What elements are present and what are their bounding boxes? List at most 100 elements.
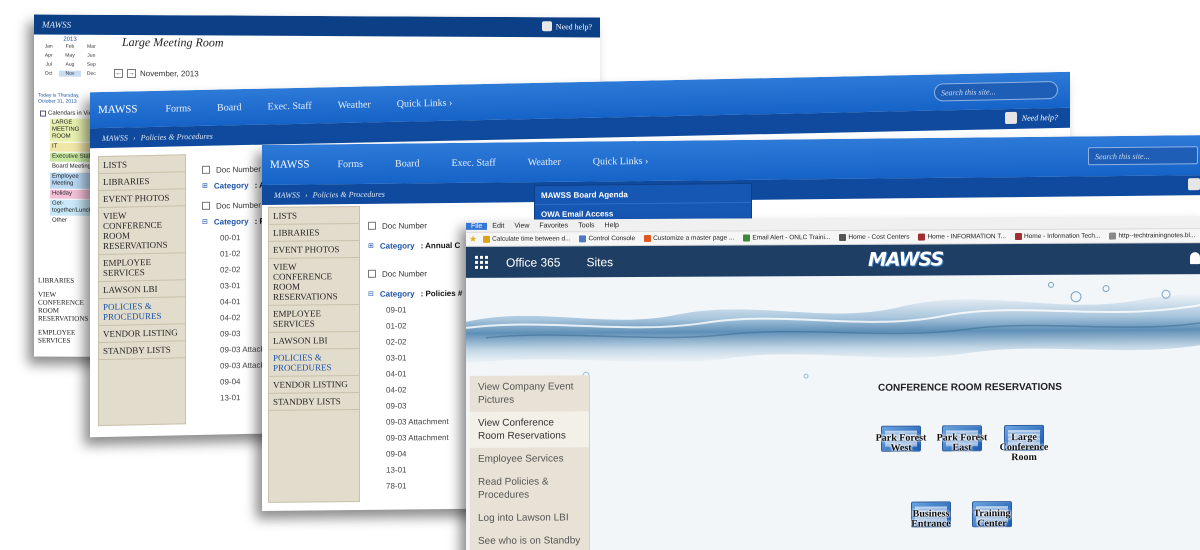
need-help-link[interactable] [1188,178,1200,191]
side-nav-item[interactable]: VIEW CONFERENCE ROOM RESERVATIONS [269,257,359,306]
left-nav-item[interactable]: Log into Lawson LBI [470,506,589,530]
nav-item-forms[interactable]: Forms [337,158,363,169]
mini-month[interactable]: Oct [38,71,59,77]
doc-number-label[interactable]: Doc Number [216,200,261,210]
breadcrumb-home[interactable]: MAWSS [102,133,128,143]
left-link[interactable]: EMPLOYEE SERVICES [38,329,98,345]
side-nav-item[interactable]: LAWSON LBI [99,280,185,300]
left-nav-item[interactable]: View Company Event Pictures [470,375,589,412]
office365-title[interactable]: Office 365 [506,255,560,269]
collapse-icon[interactable]: ⊟ [202,218,208,226]
room-tile-training-center[interactable]: Training Center [962,501,1022,529]
room-tile-park-forest-west[interactable]: Park Forest West [871,425,931,454]
favorite-link[interactable]: Control Console [579,235,641,243]
doc-number-label[interactable]: Doc Number [382,221,427,230]
browser-menu-item[interactable]: Edit [487,222,509,229]
room-tile-business-entrance[interactable]: Business Entrance [901,501,961,530]
mini-month[interactable]: Jan [38,44,59,50]
mini-month[interactable]: Mar [81,44,102,50]
side-nav-item[interactable]: EVENT PHOTOS [99,189,185,209]
select-checkbox[interactable] [202,201,210,210]
site-title[interactable]: MAWSS [98,103,137,116]
side-nav-item[interactable]: POLICIES & PROCEDURES [269,348,359,377]
mini-calendar-year[interactable]: 2013 [38,37,102,43]
nav-item-board[interactable]: Board [217,102,241,114]
side-nav-item[interactable]: VIEW CONFERENCE ROOM RESERVATIONS [99,206,185,256]
app-launcher-icon[interactable] [466,247,496,278]
side-nav-item[interactable]: EMPLOYEE SERVICES [269,304,359,333]
favorites-star-icon[interactable]: ★ [466,234,480,245]
side-nav-item[interactable]: POLICIES & PROCEDURES [99,297,185,327]
favorite-link[interactable]: http--techtrainingnotes.bl... [1109,232,1200,240]
today-label[interactable]: Today is Thursday, October 31, 2013 [38,93,94,105]
mini-month[interactable]: Jun [81,53,102,59]
select-checkbox[interactable] [368,269,376,278]
left-link[interactable]: LIBRARIES [38,277,98,285]
nav-item-board[interactable]: Board [395,158,419,169]
left-link[interactable]: VIEW CONFERENCE ROOM RESERVATIONS [38,291,98,323]
favorite-link[interactable]: Home - INFORMATION T... [918,233,1012,241]
notification-bell-icon[interactable] [1190,252,1200,265]
site-title[interactable]: MAWSS [42,20,71,30]
side-nav-item[interactable]: LAWSON LBI [269,331,359,350]
sites-link[interactable]: Sites [586,255,613,269]
favorite-link[interactable]: Customize a master page ... [644,235,740,243]
left-nav-item[interactable]: Read Policies & Procedures [470,470,589,507]
side-nav-item[interactable]: VENDOR LISTING [99,324,185,344]
prev-month-button[interactable]: ← [114,68,123,78]
nav-item-exec-staff[interactable]: Exec. Staff [267,100,311,112]
browser-menu-item[interactable]: Favorites [534,222,573,229]
nav-item-quick-links[interactable]: Quick Links › [593,155,649,167]
nav-item-exec-staff[interactable]: Exec. Staff [451,157,495,168]
search-input[interactable]: Search this site... [934,80,1058,102]
breadcrumb-home[interactable]: MAWSS [274,190,300,199]
nav-item-quick-links[interactable]: Quick Links › [397,97,453,109]
doc-number-label[interactable]: Doc Number [216,164,261,174]
doc-number-label[interactable]: Doc Number [382,269,427,278]
mini-month[interactable]: Jul [38,62,59,68]
side-nav-item[interactable]: EMPLOYEE SERVICES [99,253,185,283]
favorite-link[interactable]: Home - Cost Centers [839,234,915,241]
need-help-link[interactable]: Need help? [541,21,592,32]
select-checkbox[interactable] [368,221,376,230]
side-nav-item[interactable]: LIBRARIES [99,172,185,192]
mini-month[interactable]: Nov [59,70,81,77]
nav-item-forms[interactable]: Forms [165,103,191,115]
expand-icon[interactable]: ⊞ [368,242,374,250]
browser-menu-item[interactable]: View [509,222,534,229]
room-tile-large-conference-room[interactable]: Large Conference Room [994,424,1054,463]
search-input[interactable]: Search this site... [1088,146,1198,166]
mini-month[interactable]: Apr [38,53,59,59]
mini-month[interactable]: Sep [81,62,102,68]
need-help-link[interactable]: Need help? [1004,111,1058,125]
favorite-link[interactable]: Email Alert - ONLC Traini... [743,234,836,242]
quick-link-board-agenda[interactable]: MAWSS Board Agenda [535,183,751,206]
side-nav-item[interactable]: LISTS [99,155,185,175]
nav-item-weather[interactable]: Weather [528,156,561,167]
nav-item-weather[interactable]: Weather [338,99,371,111]
favorite-link[interactable]: Home - Information Tech... [1014,233,1106,241]
browser-menu-item[interactable]: Help [600,222,624,229]
room-tile-park-forest-east[interactable]: Park Forest East [932,425,992,453]
expand-icon[interactable]: ⊞ [202,182,208,190]
side-nav-item[interactable]: EVENT PHOTOS [269,240,359,259]
select-checkbox[interactable] [202,165,210,174]
side-nav-item[interactable]: LISTS [269,206,359,225]
side-nav-item[interactable]: STANDBY LISTS [269,392,359,411]
mini-month[interactable]: Aug [59,62,80,68]
browser-menu-item[interactable]: File [466,222,488,230]
side-nav-item[interactable]: LIBRARIES [269,223,359,242]
next-month-button[interactable]: → [127,69,136,79]
favorite-link[interactable]: Calculate time between d... [483,235,576,243]
mini-month[interactable]: May [59,53,80,59]
site-title[interactable]: MAWSS [270,158,309,170]
browser-menu-item[interactable]: Tools [573,222,599,229]
left-nav-item[interactable]: Employee Services [470,447,589,471]
left-nav-item[interactable]: See who is on Standby [470,529,589,550]
side-nav-item[interactable]: STANDBY LISTS [99,341,185,361]
mini-month[interactable]: Dec [81,71,102,77]
side-nav-item[interactable]: VENDOR LISTING [269,375,359,394]
mini-month[interactable]: Feb [59,44,80,50]
left-nav-item[interactable]: View Conference Room Reservations [470,411,589,448]
collapse-icon[interactable]: ⊟ [368,290,374,298]
